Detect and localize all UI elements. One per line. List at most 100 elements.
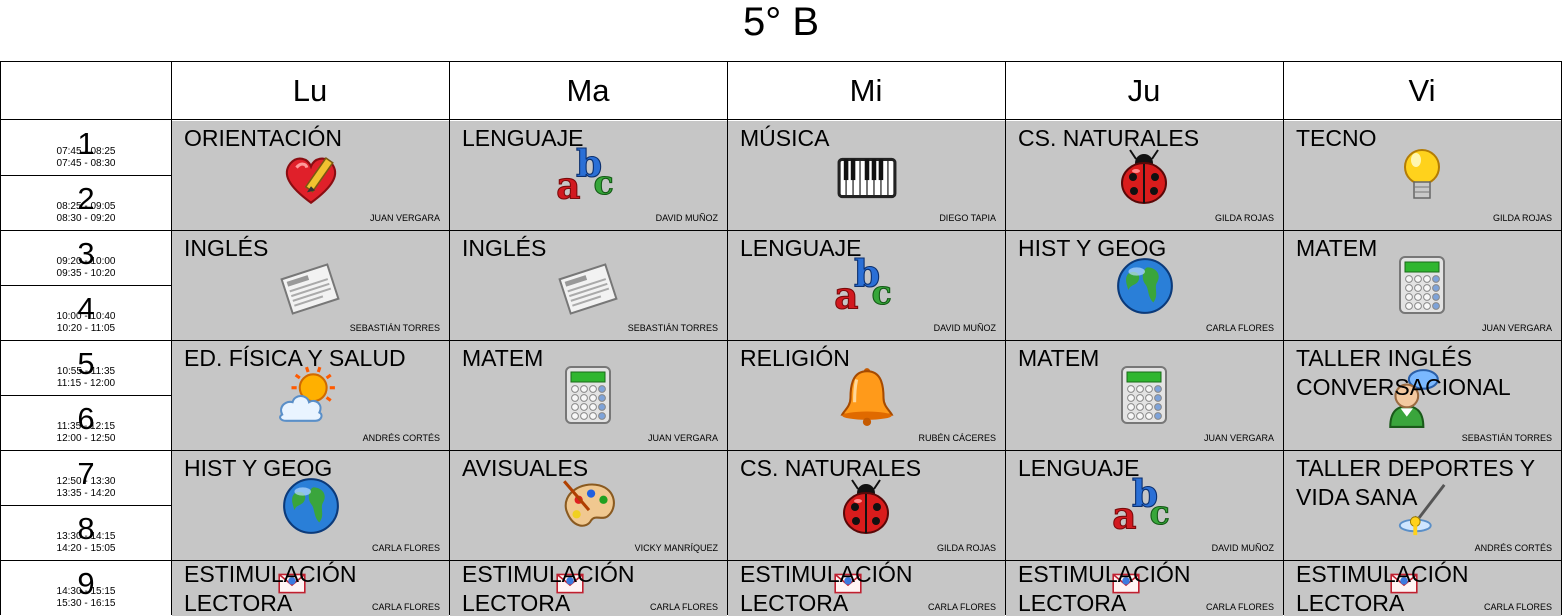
teacher-name: SEBASTIÁN TORRES bbox=[1461, 433, 1552, 443]
newspaper-icon bbox=[558, 259, 618, 324]
teacher-name: JUAN VERGARA bbox=[369, 213, 440, 223]
grid-line bbox=[0, 61, 1, 615]
class-cell[interactable]: TECNO GILDA ROJAS bbox=[1284, 121, 1561, 230]
teacher-name: DAVID MUÑOZ bbox=[655, 213, 718, 223]
class-cell[interactable]: MATEM JUAN VERGARA bbox=[450, 341, 727, 450]
teacher-name: CARLA FLORES bbox=[649, 602, 718, 612]
class-cell[interactable]: a b c LENGUAJE DAVID MUÑOZ bbox=[728, 231, 1005, 340]
slot-8: 13:30 - 14:15 14:20 - 15:05 8 bbox=[1, 505, 171, 560]
subject-name: MATEM bbox=[1296, 235, 1378, 261]
class-cell[interactable]: MÚSICA DIEGO TAPIA bbox=[728, 121, 1005, 230]
slot-number: 8 bbox=[77, 511, 95, 546]
class-cell[interactable]: a b c LENGUAJE DAVID MUÑOZ bbox=[450, 121, 727, 230]
subject-name: LENGUAJE bbox=[1018, 455, 1140, 481]
bell-icon bbox=[836, 365, 898, 432]
slot-number: 6 bbox=[77, 401, 95, 436]
subject-name: CS. NATURALES bbox=[1018, 125, 1200, 151]
piano-icon bbox=[836, 147, 898, 214]
subject-name: AVISUALES bbox=[462, 455, 589, 481]
teacher-name: DAVID MUÑOZ bbox=[1211, 543, 1274, 553]
subject-name: ESTIMULACIÓN LECTORA bbox=[462, 561, 635, 616]
subject-name: TECNO bbox=[1296, 125, 1377, 151]
subject-name: TALLER DEPORTES Y VIDA SANA bbox=[1296, 455, 1536, 510]
ladybug-icon bbox=[836, 477, 896, 542]
grid-line bbox=[449, 61, 450, 615]
day-header-ma: Ma bbox=[566, 73, 610, 108]
subject-name: MÚSICA bbox=[740, 125, 830, 151]
teacher-name: VICKY MANRÍQUEZ bbox=[634, 543, 718, 553]
teacher-name: GILDA ROJAS bbox=[1492, 213, 1552, 223]
grid-line bbox=[1283, 61, 1284, 615]
slot-1: 07:45 - 08:25 07:45 - 08:30 1 bbox=[1, 120, 171, 175]
class-cell[interactable]: ED. FÍSICA Y SALUD ANDRÉS CORTÉS bbox=[172, 341, 449, 450]
svg-text:c: c bbox=[1150, 493, 1170, 532]
teacher-name: JUAN VERGARA bbox=[647, 433, 718, 443]
slot-number: 7 bbox=[77, 456, 95, 491]
subject-name: MATEM bbox=[1018, 345, 1100, 371]
subject-name: CS. NATURALES bbox=[740, 455, 922, 481]
teacher-name: CARLA FLORES bbox=[371, 543, 440, 553]
subject-name: ED. FÍSICA Y SALUD bbox=[184, 345, 406, 371]
subject-name: INGLÉS bbox=[184, 235, 269, 261]
heart-pencil-icon bbox=[280, 149, 342, 216]
class-cell[interactable]: ESTIMULACIÓN LECTORA CARLA FLORES bbox=[728, 561, 1005, 616]
class-cell[interactable]: AVISUALES VICKY MANRÍQUEZ bbox=[450, 451, 727, 560]
teacher-name: DAVID MUÑOZ bbox=[933, 323, 996, 333]
teacher-name: SEBASTIÁN TORRES bbox=[349, 323, 440, 333]
subject-name: MATEM bbox=[462, 345, 544, 371]
grid-line bbox=[0, 395, 171, 396]
slot-number: 4 bbox=[77, 291, 95, 326]
subject-name: ESTIMULACIÓN LECTORA bbox=[1018, 561, 1191, 616]
grid-line bbox=[0, 560, 1562, 561]
class-cell[interactable]: TALLER DEPORTES Y VIDA SANA ANDRÉS CORTÉS bbox=[1284, 451, 1561, 560]
class-cell[interactable]: MATEM JUAN VERGARA bbox=[1284, 231, 1561, 340]
sun-cloud-icon bbox=[276, 365, 338, 432]
class-cell[interactable]: a b c LENGUAJE DAVID MUÑOZ bbox=[1006, 451, 1283, 560]
grid-line bbox=[0, 450, 1562, 451]
teacher-name: CARLA FLORES bbox=[371, 602, 440, 612]
subject-name: TALLER INGLÉS CONVERSACIONAL bbox=[1296, 345, 1511, 400]
teacher-name: CARLA FLORES bbox=[1483, 602, 1552, 612]
teacher-name: DIEGO TAPIA bbox=[939, 213, 996, 223]
class-cell[interactable]: INGLÉS SEBASTIÁN TORRES bbox=[450, 231, 727, 340]
class-cell[interactable]: CS. NATURALES GILDA ROJAS bbox=[1006, 121, 1283, 230]
teacher-name: GILDA ROJAS bbox=[936, 543, 996, 553]
teacher-name: CARLA FLORES bbox=[1205, 602, 1274, 612]
class-cell[interactable]: MATEM JUAN VERGARA bbox=[1006, 341, 1283, 450]
subject-name: ORIENTACIÓN bbox=[184, 125, 343, 151]
class-cell[interactable]: ORIENTACIÓN JUAN VERGARA bbox=[172, 121, 449, 230]
class-cell[interactable]: CS. NATURALES GILDA ROJAS bbox=[728, 451, 1005, 560]
calculator-icon bbox=[1114, 365, 1174, 430]
subject-name: HIST Y GEOG bbox=[184, 455, 333, 481]
class-cell[interactable]: RELIGIÓN RUBÉN CÁCERES bbox=[728, 341, 1005, 450]
subject-name: LENGUAJE bbox=[740, 235, 862, 261]
subject-name: ESTIMULACIÓN LECTORA bbox=[184, 561, 357, 616]
calculator-icon bbox=[558, 365, 618, 430]
lightbulb-icon bbox=[1392, 145, 1452, 210]
class-cell[interactable]: INGLÉS SEBASTIÁN TORRES bbox=[172, 231, 449, 340]
svg-text:c: c bbox=[872, 273, 892, 312]
grid-line bbox=[0, 230, 1562, 231]
teacher-name: GILDA ROJAS bbox=[1214, 213, 1274, 223]
class-cell[interactable]: TALLER INGLÉS CONVERSACIONAL SEBASTIÁN TO… bbox=[1284, 341, 1561, 450]
day-header-lu: Lu bbox=[292, 73, 328, 108]
slot-number: 3 bbox=[77, 236, 95, 271]
svg-text:c: c bbox=[594, 163, 614, 202]
class-cell[interactable]: ESTIMULACIÓN LECTORA CARLA FLORES bbox=[450, 561, 727, 616]
grid-line bbox=[0, 175, 171, 176]
class-cell[interactable]: HIST Y GEOG CARLA FLORES bbox=[1006, 231, 1283, 340]
slot-number: 2 bbox=[77, 181, 95, 216]
newspaper-icon bbox=[280, 259, 340, 324]
slot-5: 10:55 - 11:35 11:15 - 12:00 5 bbox=[1, 340, 171, 395]
class-cell[interactable]: ESTIMULACIÓN LECTORA CARLA FLORES bbox=[172, 561, 449, 616]
subject-name: ESTIMULACIÓN LECTORA bbox=[1296, 561, 1469, 616]
globe-icon bbox=[280, 475, 342, 542]
class-cell[interactable]: ESTIMULACIÓN LECTORA CARLA FLORES bbox=[1006, 561, 1283, 616]
grid-line bbox=[0, 340, 1562, 341]
slot-number: 5 bbox=[77, 346, 95, 381]
slot-7: 12:50 - 13:30 13:35 - 14:20 7 bbox=[1, 450, 171, 505]
class-cell[interactable]: HIST Y GEOG CARLA FLORES bbox=[172, 451, 449, 560]
grid-line bbox=[0, 119, 1562, 120]
slot-3: 09:20 - 10:00 09:35 - 10:20 3 bbox=[1, 230, 171, 285]
class-cell[interactable]: ESTIMULACIÓN LECTORA CARLA FLORES bbox=[1284, 561, 1561, 616]
